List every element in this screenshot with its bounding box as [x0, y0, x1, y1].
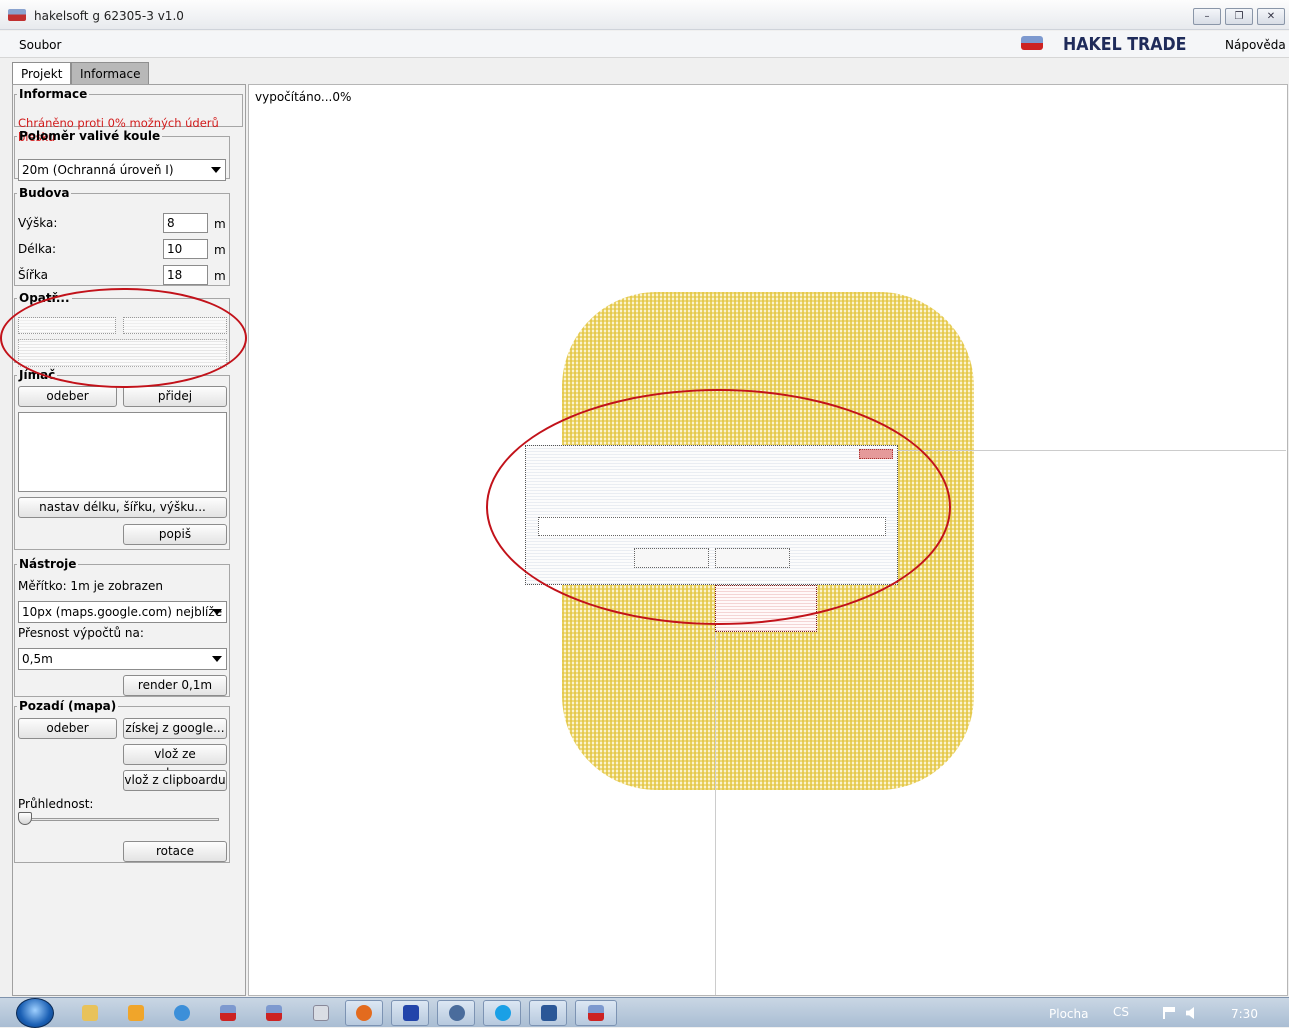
opacity-slider-thumb[interactable] [18, 812, 32, 825]
scale-select[interactable]: 10px (maps.google.com) nejblíže [18, 601, 227, 623]
brand-logo-text: HAKEL TRADE [1063, 34, 1187, 55]
render-button[interactable]: render 0,1m [123, 675, 227, 696]
dialog-cancel-button[interactable] [715, 548, 790, 568]
tools-legend: Nástroje [19, 557, 77, 571]
sphere-group: Poloměr valivé koule 20m (Ochranná úrove… [14, 129, 230, 181]
background-google-button[interactable]: získej z google... [123, 718, 227, 739]
chevron-down-icon [211, 167, 221, 173]
language-indicator[interactable]: CS [1113, 1005, 1129, 1019]
precision-select[interactable]: 0,5m [18, 648, 227, 670]
measures-legend: Opatř... [19, 291, 70, 305]
flag-icon[interactable] [1163, 1007, 1175, 1019]
chrome-icon [449, 1005, 465, 1021]
rod-describe-button[interactable]: popiš [123, 524, 227, 545]
width-input[interactable]: 18 [163, 265, 208, 285]
minimize-button[interactable]: – [1193, 8, 1221, 25]
calculation-status: vypočítáno...0% [255, 90, 352, 104]
scale-value: 10px (maps.google.com) nejblíže [22, 605, 223, 619]
maximize-button[interactable]: ❐ [1225, 8, 1253, 25]
building-legend: Budova [19, 186, 70, 200]
drawing-canvas[interactable]: vypočítáno...0% [248, 84, 1288, 996]
width-unit: m [214, 269, 226, 283]
rods-group: Jímač odeber přidej nastav délku, šířku,… [14, 368, 230, 550]
hakel-app-icon[interactable] [220, 1005, 236, 1021]
start-button[interactable] [16, 998, 54, 1028]
hakelsoft-icon [588, 1005, 604, 1021]
dialog-ok-button[interactable] [634, 548, 709, 568]
background-remove-button[interactable]: odeber [18, 718, 117, 739]
height-label: Výška: [18, 216, 58, 230]
firefox-icon [356, 1005, 372, 1021]
measures-list[interactable] [18, 339, 227, 367]
tab-projekt[interactable]: Projekt [12, 62, 72, 85]
sphere-legend: Poloměr valivé koule [19, 129, 161, 143]
media-player-icon[interactable] [128, 1005, 144, 1021]
width-label: Šířka [18, 268, 48, 282]
background-file-button[interactable]: vlož ze souboru... [123, 744, 227, 780]
length-input[interactable]: 10 [163, 239, 208, 259]
close-button[interactable]: ✕ [1257, 8, 1285, 25]
height-input[interactable]: 8 [163, 213, 208, 233]
measures-group: Opatř... [14, 291, 230, 367]
measures-button-right[interactable] [123, 317, 227, 334]
scale-label: Měřítko: 1m je zobrazen [18, 579, 163, 593]
taskbar: Plocha CS 7:30 [0, 997, 1289, 1028]
opacity-slider-track[interactable] [21, 818, 219, 821]
skype-icon [495, 1005, 511, 1021]
internet-explorer-icon[interactable] [174, 1005, 190, 1021]
tools-group: Nástroje Měřítko: 1m je zobrazen 10px (m… [14, 557, 230, 697]
rod-set-dimensions-button[interactable]: nastav délku, šířku, výšku... [18, 497, 227, 518]
building-group: Budova Výška: 8 m Délka: 10 m Šířka 18 m [14, 186, 230, 286]
background-legend: Pozadí (mapa) [19, 699, 117, 713]
info-group: Informace Chráněno proti 0% možných úder… [14, 87, 243, 144]
rods-legend: Jímač [19, 368, 56, 382]
rotate-button[interactable]: rotace [123, 841, 227, 862]
sphere-radius-value: 20m (Ochranná úroveň I) [22, 163, 174, 177]
rod-add-button[interactable]: přidej [123, 386, 227, 407]
sphere-radius-select[interactable]: 20m (Ochranná úroveň I) [18, 159, 226, 181]
menu-file[interactable]: Soubor [19, 38, 61, 52]
dialog-close-button[interactable] [859, 449, 893, 459]
measures-button-left[interactable] [18, 317, 116, 334]
left-panel: Informace Chráněno proti 0% možných úder… [12, 84, 246, 996]
precision-value: 0,5m [22, 652, 53, 666]
word-icon [541, 1005, 557, 1021]
explorer-icon[interactable] [82, 1005, 98, 1021]
dialog-input[interactable] [538, 517, 886, 536]
background-group: Pozadí (mapa) odeber získej z google... … [14, 699, 230, 863]
tab-informace[interactable]: Informace [71, 62, 150, 84]
window-title: hakelsoft g 62305-3 v1.0 [34, 9, 184, 23]
chevron-down-icon [212, 609, 222, 615]
title-bar: hakelsoft g 62305-3 v1.0 – ❐ ✕ [0, 0, 1289, 30]
info-legend: Informace [19, 87, 88, 101]
length-unit: m [214, 243, 226, 257]
hakel-app-icon-2[interactable] [266, 1005, 282, 1021]
input-dialog [525, 445, 898, 585]
length-label: Délka: [18, 242, 57, 256]
height-unit: m [214, 217, 226, 231]
volume-icon[interactable] [1186, 1007, 1194, 1019]
app-icon [8, 9, 26, 21]
menu-help[interactable]: Nápověda [1225, 38, 1286, 52]
building-shape[interactable] [715, 585, 817, 632]
app-icon-blue [403, 1005, 419, 1021]
brand-logo-icon [1021, 36, 1043, 50]
menu-bar: Soubor HAKEL TRADE Nápověda [0, 31, 1289, 58]
rod-list[interactable] [18, 412, 227, 492]
background-clipboard-button[interactable]: vlož z clipboardu [123, 770, 227, 791]
precision-label: Přesnost výpočtů na: [18, 626, 144, 640]
show-desktop-label[interactable]: Plocha [1049, 1007, 1088, 1021]
clock[interactable]: 7:30 [1231, 1007, 1258, 1021]
axis-vertical [715, 585, 716, 995]
opacity-label: Průhlednost: [18, 797, 94, 811]
notepad-icon[interactable] [313, 1005, 329, 1021]
rod-remove-button[interactable]: odeber [18, 386, 117, 407]
chevron-down-icon [212, 656, 222, 662]
